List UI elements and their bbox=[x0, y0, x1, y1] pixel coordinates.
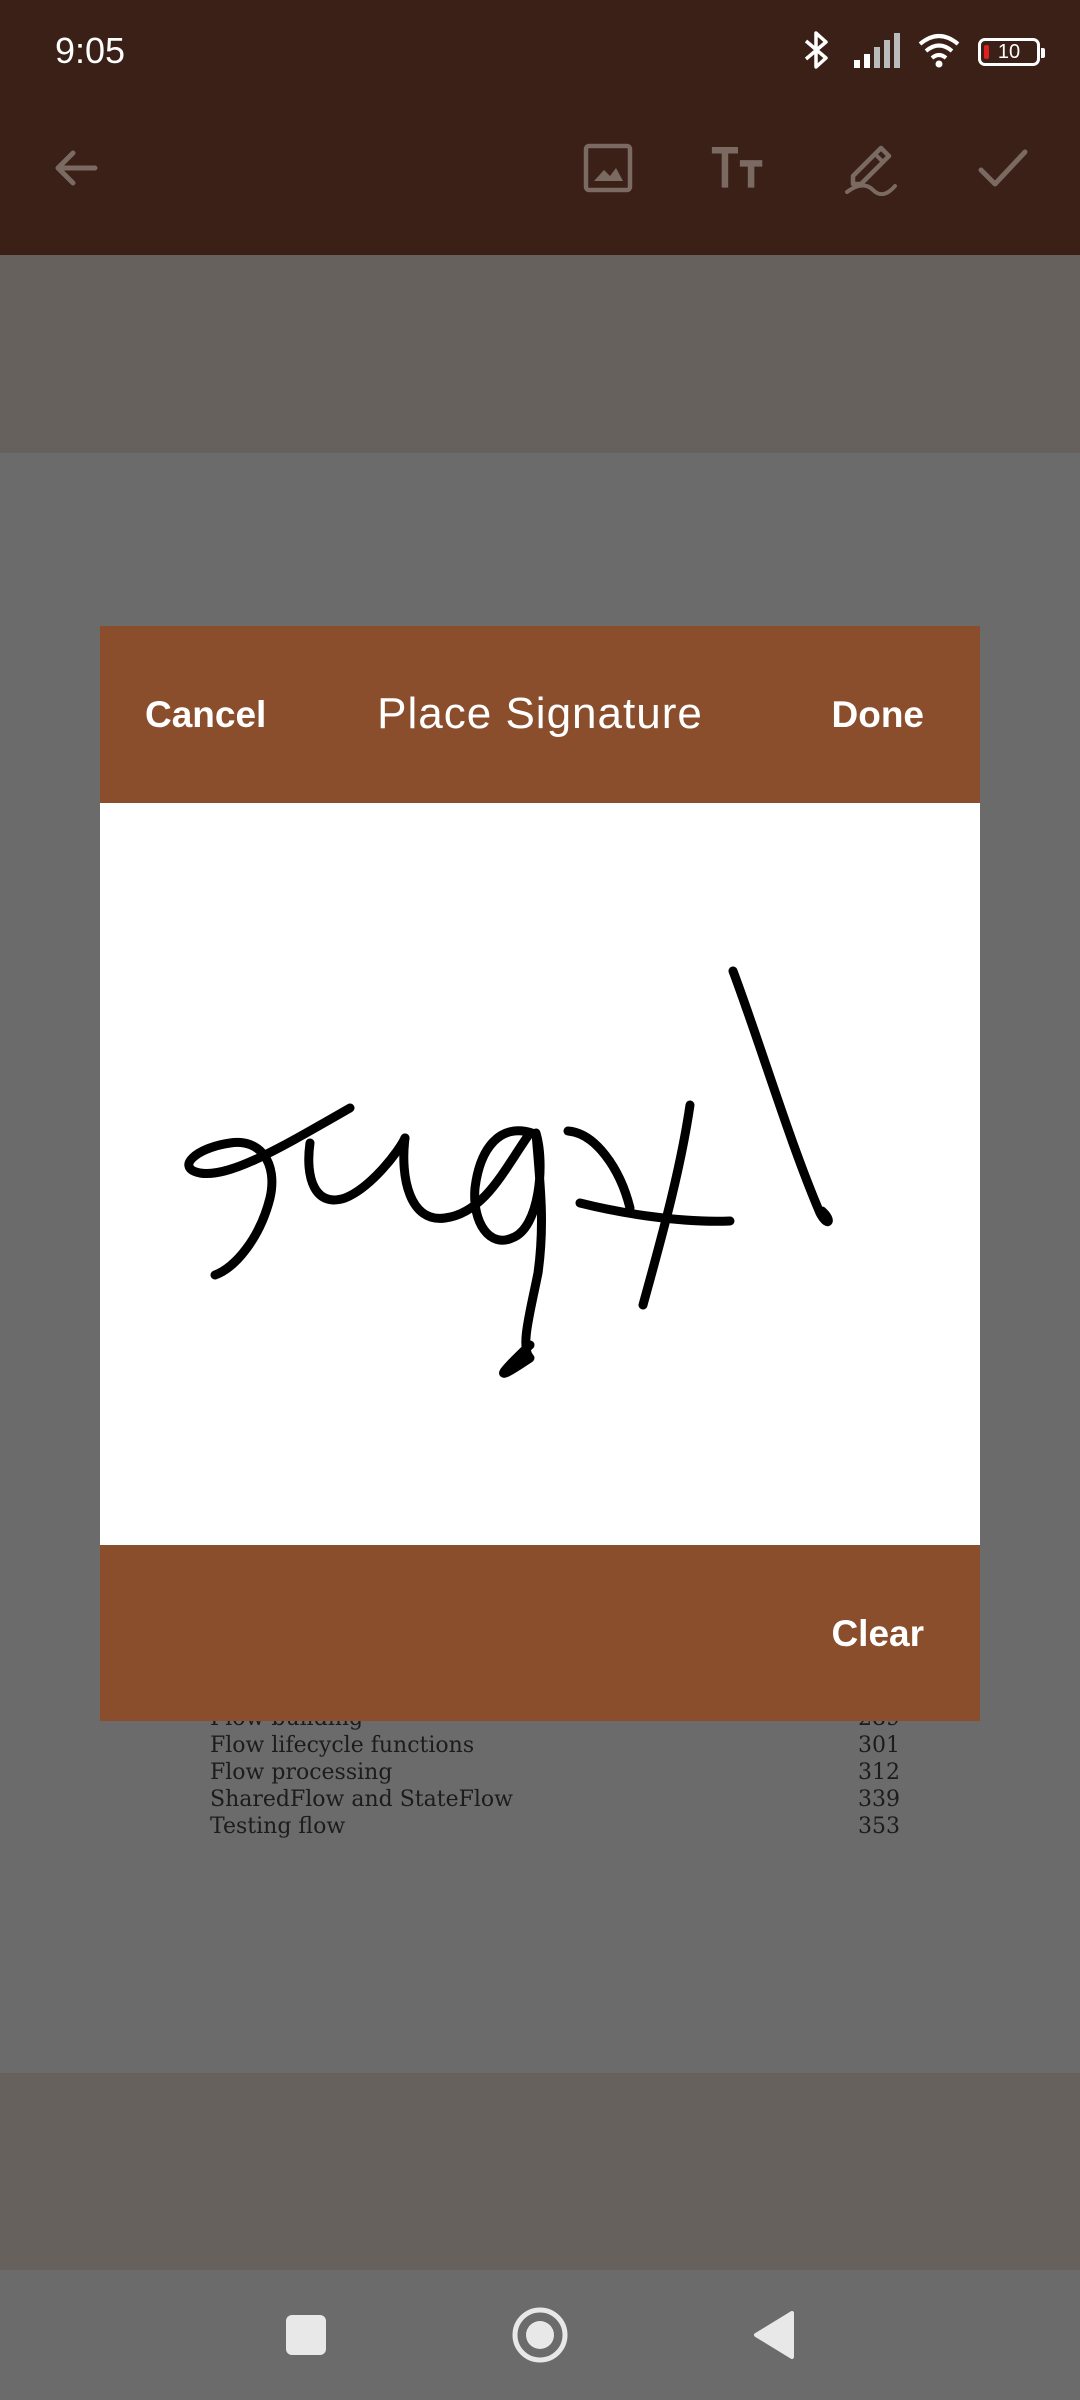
signature-canvas[interactable] bbox=[100, 803, 980, 1545]
status-time: 9:05 bbox=[55, 30, 126, 71]
clear-button[interactable]: Clear bbox=[831, 1613, 924, 1655]
home-circle-icon[interactable] bbox=[505, 2300, 575, 2370]
checkmark-icon[interactable] bbox=[975, 140, 1031, 196]
signal-icon bbox=[852, 32, 900, 73]
place-signature-dialog: Cancel Place Signature Done Clear bbox=[100, 626, 980, 1721]
back-arrow-icon[interactable] bbox=[48, 140, 104, 196]
toc-row: Testing flow 353 bbox=[210, 1814, 900, 1839]
battery-icon: 10 bbox=[978, 38, 1045, 66]
navigation-bar bbox=[0, 2270, 1080, 2400]
top-app-bar: 9:05 10 bbox=[0, 0, 1080, 255]
dialog-footer: Clear bbox=[100, 1545, 980, 1721]
recents-square-icon[interactable] bbox=[271, 2300, 341, 2370]
done-button[interactable]: Done bbox=[832, 694, 925, 736]
signature-drawing bbox=[184, 966, 833, 1378]
document-background-bottom bbox=[0, 2073, 1080, 2270]
signature-pen-icon[interactable] bbox=[843, 140, 899, 196]
text-size-icon[interactable] bbox=[710, 140, 766, 196]
status-icons: 10 bbox=[800, 28, 1045, 76]
toc-row: Flow processing 312 bbox=[210, 1760, 900, 1785]
image-icon[interactable] bbox=[580, 140, 636, 196]
table-of-contents: Flow building289 Flow lifecycle function… bbox=[210, 1705, 900, 1840]
dialog-header: Cancel Place Signature Done bbox=[100, 626, 980, 803]
toc-row: SharedFlow and StateFlow 339 bbox=[210, 1787, 900, 1812]
document-background-top bbox=[0, 255, 1080, 453]
toc-row: Flow lifecycle functions 301 bbox=[210, 1733, 900, 1758]
back-triangle-icon[interactable] bbox=[739, 2300, 809, 2370]
wifi-icon bbox=[918, 32, 960, 73]
bluetooth-icon bbox=[800, 30, 834, 75]
